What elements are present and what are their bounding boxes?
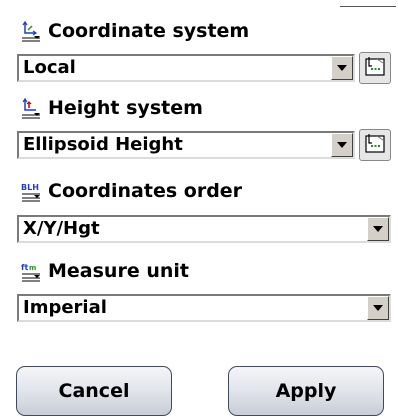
height-system-label: Height system [48,97,203,119]
chevron-down-icon [337,142,347,148]
coordinate-system-select[interactable]: Local [17,54,355,82]
svg-text:m: m [29,264,36,272]
coordinates-order-select[interactable]: X/Y/Hgt [17,215,391,243]
coordinate-axes-icon [20,20,42,42]
coordinate-system-dropdown-button[interactable] [331,56,353,80]
coordinate-system-label: Coordinate system [48,20,250,42]
measure-unit-dropdown-button[interactable] [367,296,389,320]
blh-order-icon: BLH [20,180,42,202]
apply-button[interactable]: Apply [228,366,384,416]
cancel-button[interactable]: Cancel [16,366,172,416]
coordinates-order-value: X/Y/Hgt [23,218,100,239]
height-system-heading: Height system [20,95,203,121]
svg-text:ft: ft [21,263,28,272]
coordinate-system-heading: Coordinate system [20,18,249,44]
coordinate-system-value: Local [23,57,76,78]
coordinates-order-label: Coordinates order [48,180,243,202]
chevron-down-icon [337,65,347,71]
top-divider [340,6,396,7]
measure-unit-icon: ft m [20,260,42,282]
svg-text:BLH: BLH [21,183,39,192]
coordinates-order-heading: BLH Coordinates order [20,178,242,204]
chevron-down-icon [373,226,383,232]
height-system-value: Ellipsoid Height [23,134,183,155]
measure-unit-label: Measure unit [48,260,189,282]
height-system-dropdown-button[interactable] [331,133,353,157]
coordinates-order-dropdown-button[interactable] [367,217,389,241]
height-system-select[interactable]: Ellipsoid Height [17,131,355,159]
measure-unit-value: Imperial [23,297,107,318]
height-system-settings-button[interactable] [359,129,391,161]
measure-unit-heading: ft m Measure unit [20,258,189,284]
edit-list-icon [363,54,387,82]
chevron-down-icon [373,305,383,311]
height-axes-icon [20,97,42,119]
measure-unit-select[interactable]: Imperial [17,294,391,322]
edit-list-icon [363,131,387,159]
coordinate-system-settings-button[interactable] [359,52,391,84]
